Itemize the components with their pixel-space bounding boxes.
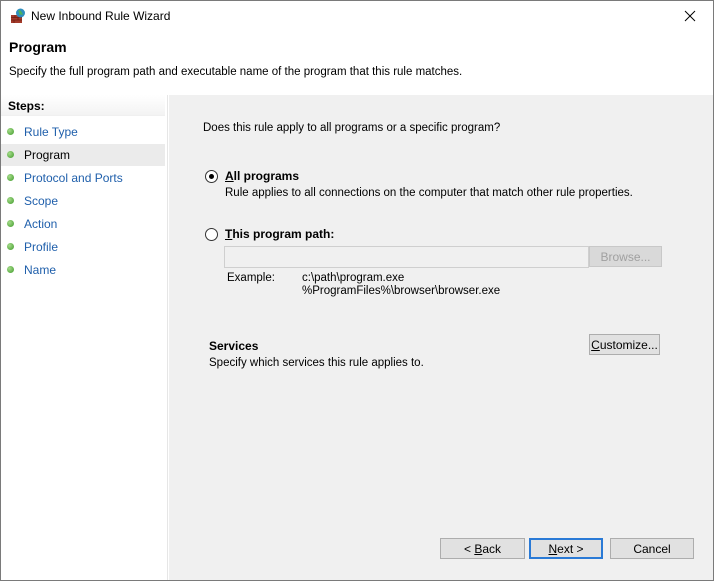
step-complete-icon	[7, 220, 14, 227]
close-icon	[684, 10, 696, 22]
this-program-path-radio[interactable]	[205, 228, 218, 241]
customize-button[interactable]: Customize...	[589, 334, 660, 355]
firewall-icon	[11, 8, 25, 23]
step-action[interactable]: Action	[1, 213, 165, 235]
step-label: Profile	[24, 240, 59, 254]
next-button[interactable]: Next >	[529, 538, 603, 559]
program-path-input[interactable]	[224, 246, 589, 268]
question-text: Does this rule apply to all programs or …	[203, 122, 501, 134]
step-program[interactable]: Program	[1, 144, 165, 166]
step-label: Action	[24, 217, 58, 231]
browse-button[interactable]: Browse...	[589, 246, 662, 267]
accelerator-key: C	[591, 337, 600, 352]
label-text: his program path:	[232, 227, 335, 241]
cancel-button[interactable]: Cancel	[610, 538, 694, 559]
close-button[interactable]	[667, 1, 713, 31]
steps-header: Steps:	[1, 95, 165, 116]
this-program-path-label[interactable]: This program path:	[225, 227, 334, 241]
step-protocol-and-ports[interactable]: Protocol and Ports	[1, 167, 165, 189]
example-label: Example:	[227, 272, 275, 284]
steps-label: Steps:	[8, 99, 45, 113]
step-complete-icon	[7, 151, 14, 158]
all-programs-radio[interactable]	[205, 170, 218, 183]
example-path-2: %ProgramFiles%\browser\browser.exe	[302, 285, 501, 297]
step-complete-icon	[7, 128, 14, 135]
services-description: Specify which services this rule applies…	[209, 357, 424, 369]
page-title: Program	[9, 39, 67, 55]
accelerator-key: N	[548, 541, 558, 556]
title-bar: New Inbound Rule Wizard	[1, 1, 713, 31]
back-button[interactable]: < Back	[440, 538, 525, 559]
step-label: Rule Type	[24, 125, 78, 139]
wizard-header: Program Specify the full program path an…	[1, 31, 713, 89]
step-label: Scope	[24, 194, 59, 208]
wizard-window: New Inbound Rule Wizard Program Specify …	[0, 0, 714, 581]
step-label: Program	[24, 148, 71, 162]
example-path-1: c:\path\program.exe	[302, 272, 405, 284]
step-complete-icon	[7, 197, 14, 204]
button-label: <	[463, 541, 475, 556]
page-description: Specify the full program path and execut…	[9, 66, 463, 78]
services-title: Services	[209, 339, 259, 353]
step-label: Name	[24, 263, 57, 277]
step-complete-icon	[7, 174, 14, 181]
accelerator-key: A	[225, 169, 234, 183]
button-label: ustomize...	[599, 337, 658, 352]
step-rule-type[interactable]: Rule Type	[1, 121, 165, 143]
step-complete-icon	[7, 266, 14, 273]
step-scope[interactable]: Scope	[1, 190, 165, 212]
label-text: ll programs	[233, 169, 300, 183]
all-programs-description: Rule applies to all connections on the c…	[225, 187, 633, 199]
button-label: ack	[482, 541, 502, 556]
main-panel: Does this rule apply to all programs or …	[169, 95, 713, 580]
all-programs-label[interactable]: All programs	[225, 169, 299, 183]
steps-sidebar: Steps: Rule Type Program Protocol and Po…	[1, 95, 168, 580]
step-name[interactable]: Name	[1, 259, 165, 281]
step-label: Protocol and Ports	[24, 171, 123, 185]
window-title: New Inbound Rule Wizard	[31, 9, 171, 23]
button-label: ext >	[557, 541, 584, 556]
accelerator-key: B	[474, 541, 483, 556]
step-complete-icon	[7, 243, 14, 250]
step-profile[interactable]: Profile	[1, 236, 165, 258]
